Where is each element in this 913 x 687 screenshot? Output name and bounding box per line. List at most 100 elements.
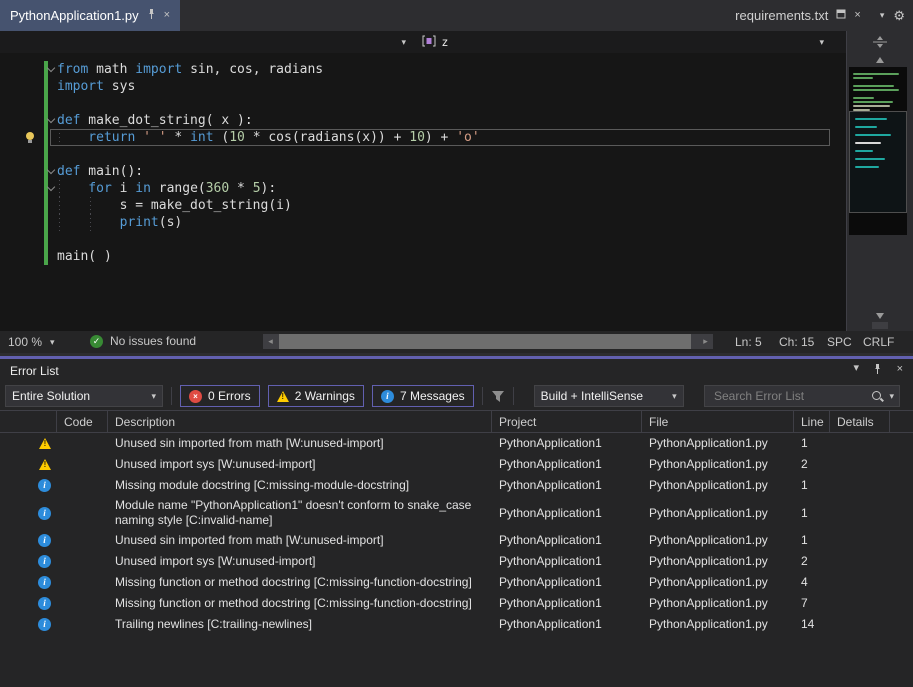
cell-file: PythonApplication1.py	[642, 594, 794, 613]
tab-label: requirements.txt	[735, 8, 828, 23]
indent-guide	[59, 129, 60, 146]
search-box[interactable]: ▾	[704, 385, 900, 407]
chevron-down-icon: ▾	[151, 392, 156, 401]
scrollbar-grip[interactable]	[872, 322, 888, 329]
close-icon[interactable]: ×	[854, 10, 860, 21]
nav-project-dropdown[interactable]: ▾	[0, 31, 414, 53]
cell-description: Unused sin imported from math [W:unused-…	[108, 434, 492, 453]
float-window-icon[interactable]	[836, 9, 846, 22]
code-line[interactable]: main( )	[0, 248, 846, 265]
horizontal-scrollbar[interactable]: ◂ ▸	[263, 334, 713, 349]
error-row[interactable]: iModule name "PythonApplication1" doesn'…	[0, 496, 913, 530]
cell-code	[57, 539, 108, 543]
indent-guide	[59, 180, 60, 197]
code-line[interactable]: print(s)	[0, 214, 846, 231]
error-table-header[interactable]: Code Description Project File Line Detai…	[0, 410, 913, 433]
panel-pin-icon[interactable]	[873, 364, 882, 378]
code-line[interactable]: def make_dot_string( x ):	[0, 112, 846, 129]
search-icon[interactable]	[871, 390, 884, 403]
error-row[interactable]: iMissing function or method docstring [C…	[0, 572, 913, 593]
tab-pythonapplication1[interactable]: PythonApplication1.py ×	[0, 0, 180, 31]
nav-member-dropdown[interactable]: z ▾	[416, 31, 830, 53]
filter-icon[interactable]	[491, 390, 505, 403]
minimap[interactable]	[849, 67, 907, 235]
indent-guide	[59, 214, 60, 231]
cell-code	[57, 442, 108, 446]
panel-close-icon[interactable]: ×	[897, 363, 903, 375]
fold-chevron-icon[interactable]	[47, 65, 55, 73]
cell-description: Trailing newlines [C:trailing-newlines]	[108, 615, 492, 634]
indent-guide	[59, 197, 60, 214]
scroll-right-arrow[interactable]: ▸	[698, 334, 713, 349]
scroll-left-arrow[interactable]: ◂	[263, 334, 278, 349]
column-details[interactable]: Details	[830, 411, 890, 432]
cell-details	[830, 623, 890, 627]
toolbar-separator	[482, 387, 483, 405]
chevron-down-icon: ▾	[672, 392, 677, 401]
issues-label: No issues found	[110, 334, 196, 348]
cell-code	[57, 511, 108, 515]
fold-chevron-icon[interactable]	[47, 184, 55, 192]
cell-severity: !	[0, 457, 57, 472]
code-line[interactable]: for i in range(360 * 5):	[0, 180, 846, 197]
error-row[interactable]: iMissing module docstring [C:missing-mod…	[0, 475, 913, 496]
code-line[interactable]: import sys	[0, 78, 846, 95]
info-icon: i	[38, 618, 51, 631]
issues-indicator[interactable]: ✓ No issues found	[90, 334, 196, 348]
column-file[interactable]: File	[642, 411, 794, 432]
code-line[interactable]: return ' ' * int (10 * cos(radians(x)) +…	[0, 129, 846, 146]
error-row[interactable]: ! Unused sin imported from math [W:unused…	[0, 433, 913, 454]
chevron-down-icon[interactable]: ▾	[889, 392, 894, 401]
scope-dropdown[interactable]: Entire Solution ▾	[5, 385, 163, 407]
source-dropdown[interactable]: Build + IntelliSense ▾	[534, 385, 684, 407]
window-position-caret-icon[interactable]: ▾	[853, 363, 859, 374]
scrollbar-thumb[interactable]	[279, 334, 691, 349]
code-line[interactable]	[0, 231, 846, 248]
cell-filler	[890, 463, 913, 467]
code-line[interactable]: from math import sin, cos, radians	[0, 61, 846, 78]
panel-header[interactable]: Error List ▾ ×	[0, 359, 913, 382]
error-row[interactable]: iUnused import sys [W:unused-import]Pyth…	[0, 551, 913, 572]
minimap-viewport[interactable]	[849, 111, 907, 213]
tab-requirements[interactable]: requirements.txt ×	[725, 8, 871, 23]
code-line[interactable]: s = make_dot_string(i)	[0, 197, 846, 214]
cell-file: PythonApplication1.py	[642, 531, 794, 550]
scroll-up-arrow[interactable]	[876, 57, 884, 63]
code-line[interactable]: def main():	[0, 163, 846, 180]
indent-guide	[90, 214, 91, 231]
column-description[interactable]: Description	[108, 411, 492, 432]
warnings-filter-button[interactable]: ! 2 Warnings	[268, 385, 364, 407]
column-project[interactable]: Project	[492, 411, 642, 432]
error-row[interactable]: iMissing function or method docstring [C…	[0, 593, 913, 614]
tab-list-caret-icon[interactable]: ▾	[880, 11, 885, 20]
split-window-button[interactable]	[847, 31, 913, 53]
search-input[interactable]	[712, 388, 866, 404]
lightbulb-icon[interactable]	[25, 132, 35, 144]
pin-icon[interactable]	[147, 9, 156, 23]
errors-filter-button[interactable]: × 0 Errors	[180, 385, 260, 407]
fold-chevron-icon[interactable]	[47, 116, 55, 124]
code-line[interactable]	[0, 146, 846, 163]
error-row[interactable]: iUnused sin imported from math [W:unused…	[0, 530, 913, 551]
cell-severity: i	[0, 553, 57, 570]
scroll-down-arrow[interactable]	[876, 313, 884, 319]
code-line[interactable]	[0, 95, 846, 112]
error-row[interactable]: i Trailing newlines [C:trailing-newlines]…	[0, 614, 913, 635]
column-code[interactable]: Code	[57, 411, 108, 432]
error-row[interactable]: !Unused import sys [W:unused-import]Pyth…	[0, 454, 913, 475]
column-line[interactable]: Line	[794, 411, 830, 432]
code-editor[interactable]: from math import sin, cos, radiansimport…	[0, 53, 846, 331]
navigation-bar: ▾ z ▾	[0, 31, 846, 53]
column-severity[interactable]	[0, 411, 57, 432]
cell-line: 1	[794, 476, 830, 495]
cell-details	[830, 560, 890, 564]
zoom-control[interactable]: 100 % ▾	[8, 335, 55, 349]
cell-severity: i	[0, 532, 57, 549]
cell-details	[830, 484, 890, 488]
fold-chevron-icon[interactable]	[47, 167, 55, 175]
cell-severity: !	[0, 436, 57, 451]
settings-gear-icon[interactable]: ⚙	[893, 8, 905, 24]
messages-filter-button[interactable]: i 7 Messages	[372, 385, 474, 407]
close-icon[interactable]: ×	[164, 10, 170, 21]
cell-description: Missing module docstring [C:missing-modu…	[108, 476, 492, 495]
